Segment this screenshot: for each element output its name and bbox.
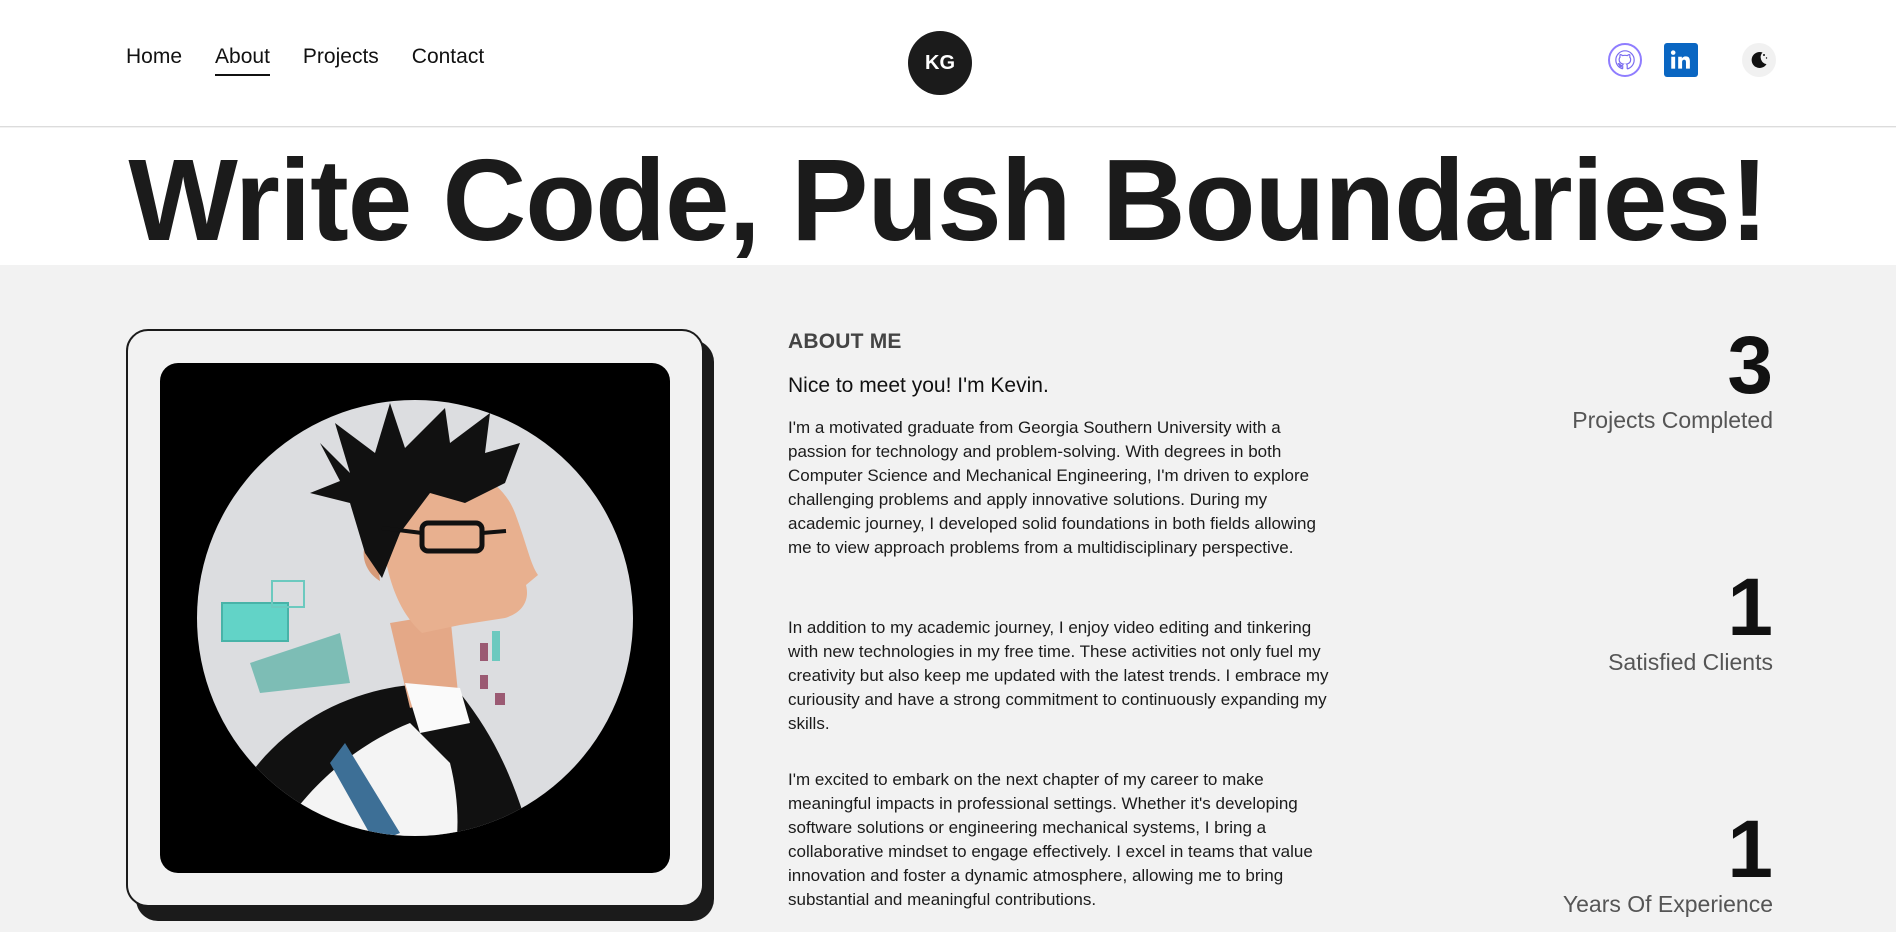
stat-projects-completed: 3 Projects Completed [1572,320,1773,434]
hero-section: Write Code, Push Boundaries! [0,128,1896,265]
nav-contact[interactable]: Contact [412,44,484,76]
github-icon[interactable] [1608,43,1642,77]
stat-years-experience: 1 Years Of Experience [1562,804,1773,918]
nav-about[interactable]: About [215,44,270,76]
nav-home[interactable]: Home [126,44,182,76]
stat-value: 1 [1727,562,1773,653]
about-paragraph: In addition to my academic journey, I en… [788,618,1329,733]
about-paragraph: I'm excited to embark on the next chapte… [788,770,1313,909]
stat-value: 1 [1727,804,1773,895]
linkedin-icon[interactable] [1664,43,1698,77]
moon-icon[interactable] [1742,43,1776,77]
stat-label: Years Of Experience [1562,891,1773,917]
stat-value: 3 [1727,320,1773,411]
logo-initials: KG [925,51,955,74]
stat-satisfied-clients: 1 Satisfied Clients [1608,562,1773,676]
main-nav: Home About Projects Contact [126,44,484,76]
about-paragraph: I'm a motivated graduate from Georgia So… [788,418,1316,557]
site-header: Home About Projects Contact KG [0,0,1896,127]
about-greeting: Nice to meet you! I'm Kevin. [788,374,1049,397]
about-section-label: ABOUT ME [788,330,902,353]
nav-projects[interactable]: Projects [303,44,379,76]
hero-title: Write Code, Push Boundaries! [128,135,1768,265]
stat-label: Satisfied Clients [1608,649,1773,675]
stat-label: Projects Completed [1572,407,1773,433]
logo-badge[interactable]: KG [908,31,972,95]
profile-portrait [160,363,670,873]
